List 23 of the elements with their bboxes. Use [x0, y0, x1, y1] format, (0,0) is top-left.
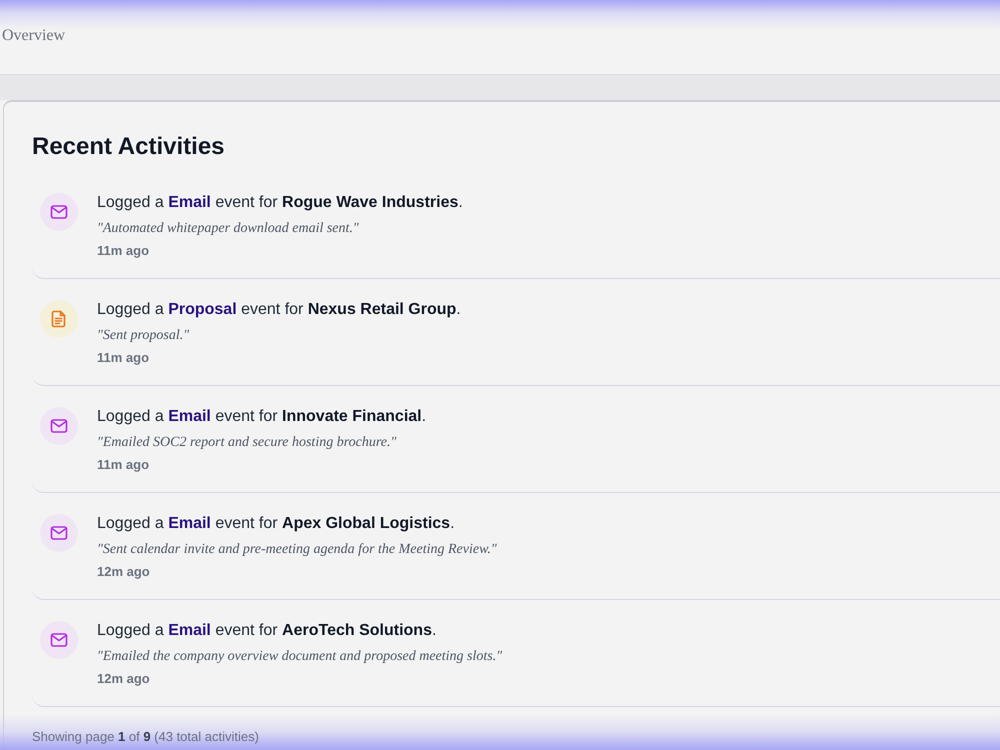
- activity-note: "Sent proposal.": [97, 327, 190, 345]
- envelope-icon: [40, 621, 78, 659]
- activity-text: Logged a Proposal event for Nexus Retail Group.: [97, 300, 461, 320]
- card-title: Recent Activities: [32, 132, 226, 162]
- activity-text: Logged a Email event for Rogue Wave Industries.: [97, 193, 463, 213]
- activity-note: "Sent calendar invite and pre-meeting agenda for the Meeting Review.": [97, 541, 497, 559]
- activity-time: 11m ago: [97, 350, 150, 366]
- activity-note: "Emailed SOC2 report and secure hosting brochure.": [97, 434, 396, 452]
- page-title: Overview: [2, 27, 66, 45]
- activity-text: Logged a Email event for Apex Global Logistics.: [97, 514, 455, 534]
- envelope-icon: [40, 407, 78, 445]
- document-icon: [40, 300, 78, 338]
- activity-text: Logged a Email event for AeroTech Solutions.: [97, 621, 436, 641]
- envelope-icon: [40, 514, 78, 552]
- activity-time: 12m ago: [97, 564, 150, 580]
- activity-time: 11m ago: [97, 243, 150, 259]
- activity-text: Logged a Email event for Innovate Financial.: [97, 407, 426, 427]
- envelope-icon: [40, 193, 78, 231]
- activity-note: "Automated whitepaper download email sent.": [97, 220, 359, 238]
- activity-note: "Emailed the company overview document and proposed meeting slots.": [97, 648, 502, 666]
- activity-time: 12m ago: [97, 671, 150, 687]
- activity-time: 11m ago: [97, 457, 150, 473]
- pagination-text: Showing page 1 of 9 (43 total activities): [32, 729, 260, 745]
